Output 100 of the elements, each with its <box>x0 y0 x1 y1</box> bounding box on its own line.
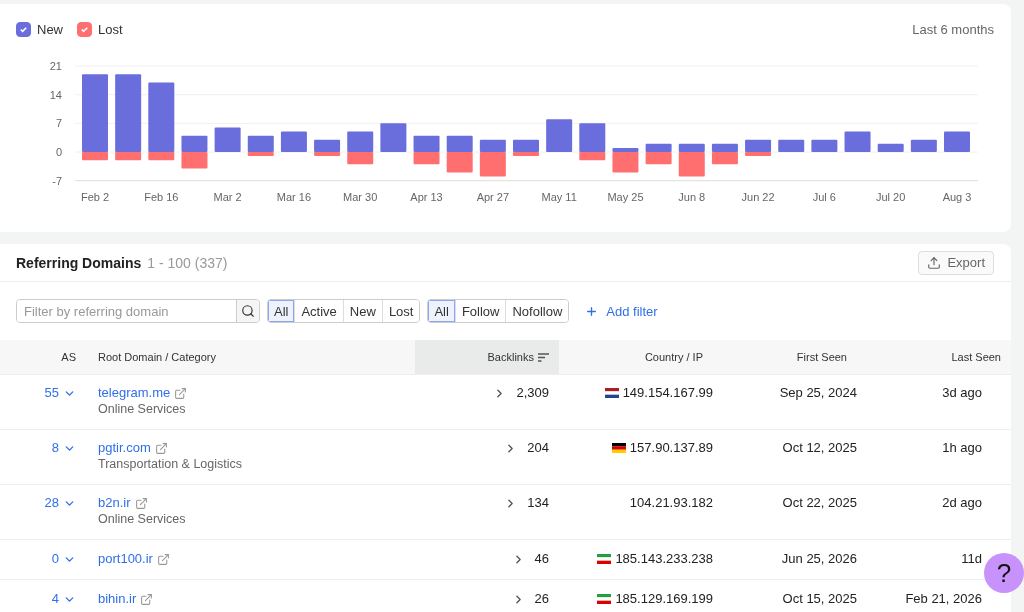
backlinks-count: 2,309 <box>516 385 549 401</box>
last-seen-date: 2d ago <box>942 495 982 511</box>
flag-icon <box>611 443 626 453</box>
column-header[interactable]: First Seen <box>713 340 857 374</box>
ip-address: 149.154.167.99 <box>622 385 713 401</box>
authority-score[interactable]: 55 <box>44 385 76 401</box>
domain-link[interactable]: b2n.ir <box>98 495 131 511</box>
column-header[interactable]: Last Seen <box>857 340 1011 374</box>
first-seen-date: Jun 25, 2026 <box>781 551 857 567</box>
external-link-icon[interactable] <box>154 441 168 455</box>
authority-score[interactable]: 28 <box>44 495 76 511</box>
legend-label: New <box>37 21 63 37</box>
backlinks-count: 26 <box>534 591 549 607</box>
sort-icon <box>538 352 549 362</box>
add-filter-button[interactable]: Add filter <box>583 303 660 319</box>
category-label: Online Services <box>98 401 187 417</box>
first-seen-date: Oct 12, 2025 <box>782 440 857 456</box>
last-seen-date: 3d ago <box>942 385 982 401</box>
bar <box>446 152 473 173</box>
axis-label: Feb 2 <box>80 190 110 203</box>
help-button[interactable]: ? <box>984 553 1024 593</box>
axis-label: 14 <box>49 88 62 101</box>
axis-label: 21 <box>49 60 62 72</box>
axis-label: Mar 2 <box>213 190 242 203</box>
axis-label: -7 <box>52 174 62 187</box>
bar <box>944 131 970 153</box>
status-filter-tab[interactable]: Lost <box>381 300 420 322</box>
section-title: Referring Domains <box>16 254 142 271</box>
column-header[interactable]: Backlinks <box>415 340 559 374</box>
search-button[interactable] <box>236 300 259 322</box>
axis-label: Jun 8 <box>678 190 706 203</box>
external-link-icon[interactable] <box>140 592 154 606</box>
last-seen-date: 11d <box>961 551 982 567</box>
domain-link[interactable]: pgtir.com <box>98 440 151 456</box>
legend-checkbox[interactable] <box>16 21 31 37</box>
axis-label: 7 <box>55 117 62 130</box>
domain-link[interactable]: port100.ir <box>98 551 153 567</box>
legend-label: Lost <box>98 21 123 37</box>
bar <box>413 135 440 153</box>
authority-score[interactable]: 8 <box>51 440 76 456</box>
axis-label: 0 <box>55 146 62 158</box>
authority-score[interactable]: 4 <box>51 591 76 607</box>
domain-link[interactable]: telegram.me <box>98 385 171 401</box>
axis-label: Apr 27 <box>476 190 510 203</box>
axis-label: Aug 3 <box>942 190 972 203</box>
export-button[interactable]: Export <box>918 250 994 275</box>
legend-checkbox[interactable] <box>77 21 92 37</box>
status-filter-tab[interactable]: All <box>268 300 295 322</box>
bar <box>844 131 871 153</box>
first-seen-date: Oct 15, 2025 <box>782 591 857 607</box>
ip-address: 157.90.137.89 <box>629 440 713 456</box>
period-label: Last 6 months <box>912 21 994 37</box>
domain-link[interactable]: bihin.ir <box>98 591 137 607</box>
check-icon <box>19 24 28 34</box>
category-label: Transportation & Logistics <box>98 456 243 472</box>
bar <box>380 123 407 152</box>
bar <box>811 139 838 152</box>
column-header[interactable]: AS <box>0 340 86 374</box>
flag-icon <box>597 554 612 564</box>
bar <box>413 152 440 165</box>
external-link-icon[interactable] <box>134 496 148 510</box>
first-seen-date: Oct 22, 2025 <box>782 495 857 511</box>
last-seen-date: Feb 21, 2026 <box>905 591 982 607</box>
plus-icon <box>585 304 599 318</box>
column-header[interactable]: Country / IP <box>559 340 713 374</box>
backlinks-count: 134 <box>527 495 549 511</box>
axis-label: May 25 <box>607 190 644 203</box>
result-range: 1 - 100 (337) <box>147 254 228 271</box>
search-field[interactable]: Filter by referring domain <box>16 299 260 323</box>
bar <box>214 127 241 153</box>
external-link-icon[interactable] <box>156 552 170 566</box>
bar <box>778 139 805 152</box>
bar <box>446 135 473 153</box>
axis-label: Apr 13 <box>410 190 443 203</box>
last-seen-date: 1h ago <box>942 440 982 456</box>
bar <box>910 139 937 152</box>
upload-icon <box>927 255 942 270</box>
axis-label: May 11 <box>541 190 577 203</box>
bar <box>181 152 208 169</box>
axis-label: Jul 20 <box>876 190 906 203</box>
external-link-icon[interactable] <box>174 386 188 400</box>
check-icon <box>80 24 89 34</box>
axis-label: Feb 16 <box>144 190 179 203</box>
bar <box>546 119 573 153</box>
column-header[interactable]: Root Domain / Category <box>86 340 415 374</box>
ip-address: 104.21.93.182 <box>629 495 713 511</box>
authority-score[interactable]: 0 <box>51 551 76 567</box>
ip-address: 185.129.169.199 <box>615 591 713 607</box>
first-seen-date: Sep 25, 2024 <box>779 385 857 401</box>
bar <box>280 131 307 153</box>
axis-label: Mar 30 <box>343 190 378 203</box>
backlinks-count: 204 <box>527 440 549 456</box>
search-icon <box>241 304 255 318</box>
link-filter-tab[interactable]: Nofollow <box>505 300 569 322</box>
axis-label: Jul 6 <box>812 190 836 203</box>
link-filter-tab[interactable]: All <box>428 300 455 322</box>
axis-label: Mar 16 <box>276 190 312 203</box>
axis-label: Jun 22 <box>741 190 775 203</box>
ip-address: 185.143.233.238 <box>615 551 713 567</box>
bar <box>181 135 208 153</box>
